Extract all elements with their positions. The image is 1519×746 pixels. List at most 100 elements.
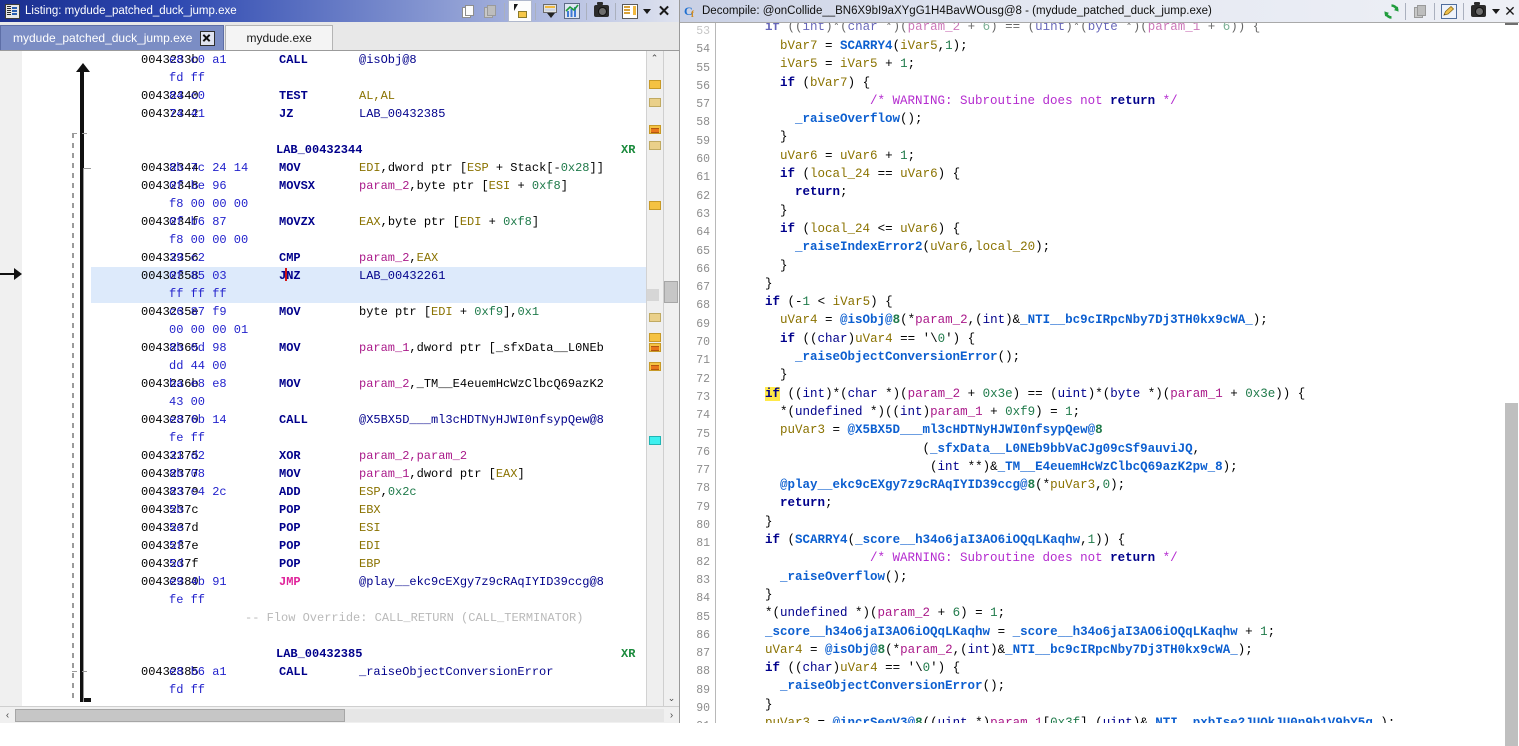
listing-operands[interactable]: param_1,dword ptr [_sfxData__L0NEb — [359, 341, 604, 355]
listing-bytes[interactable]: 00 00 00 01 — [169, 321, 279, 339]
listing-operands[interactable]: EDI,dword ptr [ESP + Stack[-0x28]] — [359, 161, 604, 175]
listing-operands[interactable]: EBX — [359, 503, 381, 517]
listing-bytes[interactable]: e9 4b 91 — [169, 573, 279, 591]
listing-row[interactable]: 00 00 00 01 — [91, 321, 646, 339]
hscroll-thumb[interactable] — [15, 708, 345, 722]
listing-mnemonic[interactable]: JZ — [279, 107, 293, 121]
listing-operands[interactable]: byte ptr [EDI + 0xf9],0x1 — [359, 305, 539, 319]
listing-bytes[interactable]: 84 c0 — [169, 87, 279, 105]
listing-row[interactable]: 0043235639 c2 CMP param_2,EAX — [91, 249, 646, 267]
decompiler-line[interactable]: uVar4 = @isObj@8(*param_2,(int)&_NTI__bc… — [720, 311, 1504, 329]
listing-row[interactable]: 004323480f be 96 MOVSX param_2,byte ptr [E… — [91, 177, 646, 195]
close-icon[interactable] — [200, 30, 216, 46]
listing-address[interactable]: 0043237c — [91, 501, 199, 519]
copy-button[interactable] — [1409, 1, 1431, 21]
decompiler-line[interactable]: if (local_24 == uVar6) { — [720, 165, 1504, 183]
decompiler-line[interactable]: _score__h34o6jaI3AO6iOQqLKaqhw = _score_… — [720, 623, 1504, 641]
listing-operands[interactable]: @X5BX5D___ml3cHDTNyHJWI0nfsypQew@8 — [359, 413, 604, 427]
listing-row[interactable]: 0043234f0f b6 87 MOVZX EAX,byte ptr [EDI +… — [91, 213, 646, 231]
listing-operands[interactable]: LAB_00432261 — [359, 269, 445, 283]
marker-bookmark[interactable] — [649, 80, 661, 89]
listing-more-button[interactable] — [641, 1, 653, 21]
listing-address[interactable]: 00432375 — [91, 447, 199, 465]
decompiler-line[interactable]: (_sfxData__L0NEb9bbVaCJg09cSf9auviJQ, — [720, 440, 1504, 458]
marker-bookmark[interactable] — [649, 333, 661, 342]
listing-mnemonic[interactable]: MOVSX — [279, 179, 315, 193]
listing-mnemonic[interactable]: MOV — [279, 305, 301, 319]
listing-operands[interactable]: _raiseObjectConversionError — [359, 665, 553, 679]
marker-bookmark-highlight[interactable] — [649, 343, 661, 352]
listing-row[interactable]: 0043237d5e POP ESI — [91, 519, 646, 537]
decompiler-scrollbar-thumb[interactable] — [1505, 403, 1518, 746]
marker-selection[interactable] — [649, 436, 661, 445]
listing-mnemonic[interactable]: CMP — [279, 251, 301, 265]
listing-row[interactable]: fd ff — [91, 69, 646, 87]
listing-bytes[interactable]: f8 00 00 00 — [169, 231, 279, 249]
listing-row[interactable]: 0043234274 41 JZ LAB_00432385 — [91, 105, 646, 123]
listing-mnemonic[interactable]: MOV — [279, 161, 301, 175]
listing-bytes[interactable]: 5d — [169, 555, 279, 573]
decompiler-line[interactable]: /* WARNING: Subroutine does not return *… — [720, 549, 1504, 567]
listing-row[interactable]: fe ff — [91, 591, 646, 609]
listing-bytes[interactable]: 8b 7c 24 14 — [169, 159, 279, 177]
listing-bytes[interactable]: 8b 08 — [169, 465, 279, 483]
refresh-button[interactable] — [1380, 1, 1402, 21]
listing-operands[interactable]: EBP — [359, 557, 381, 571]
listing-address[interactable]: 0043235e — [91, 303, 199, 321]
listing-bytes[interactable]: f8 00 00 00 — [169, 195, 279, 213]
listing-operands[interactable]: param_2,_TM__E4euemHcWzClbcQ69azK2 — [359, 377, 604, 391]
decompiler-line[interactable]: } — [720, 586, 1504, 604]
scroll-right-arrow[interactable]: › — [664, 708, 679, 723]
scroll-left-arrow[interactable]: ‹ — [0, 708, 15, 723]
listing-address[interactable]: 0043236b — [91, 375, 199, 393]
decompiler-line[interactable]: return; — [720, 183, 1504, 201]
decompiler-scrollbar[interactable] — [1504, 23, 1519, 746]
listing-row[interactable]: 00432380e9 4b 91 JMP @play__ekc9cEXgy7z9cR… — [91, 573, 646, 591]
listing-bytes[interactable]: 43 00 — [169, 393, 279, 411]
listing-bytes[interactable]: dd 44 00 — [169, 357, 279, 375]
function-graph-button[interactable] — [561, 1, 583, 21]
decompiler-line[interactable]: (int **)&_TM__E4euemHcWzClbcQ69azK2pw_8)… — [720, 458, 1504, 476]
marker-cursor-position[interactable] — [647, 289, 659, 301]
listing-address[interactable]: 0043237e — [91, 537, 199, 555]
decompiler-line[interactable]: if ((char)uVar4 == '\0') { — [720, 659, 1504, 677]
marker-bookmark[interactable] — [649, 201, 661, 210]
decompiler-line[interactable]: if ((char)uVar4 == '\0') { — [720, 330, 1504, 348]
snapshot-button[interactable] — [590, 1, 612, 21]
decompiler-line[interactable]: _raiseOverflow(); — [720, 110, 1504, 128]
listing-operands[interactable]: param_2,byte ptr [ESI + 0xf8] — [359, 179, 568, 193]
marker-up-arrow[interactable]: ⌃ — [647, 51, 662, 66]
listing-label[interactable]: LAB_00432385 — [91, 645, 413, 663]
add-listing-button[interactable] — [539, 1, 561, 21]
listing-operands[interactable]: @isObj@8 — [359, 53, 417, 67]
listing-bytes[interactable]: 0f be 96 — [169, 177, 279, 195]
decompiler-line[interactable]: if (bVar7) { — [720, 74, 1504, 92]
listing-operands[interactable]: ESI — [359, 521, 381, 535]
listing-row[interactable]: 0043234084 c0 TEST AL,AL — [91, 87, 646, 105]
listing-mnemonic[interactable]: CALL — [279, 413, 308, 427]
listing-row[interactable]: 0043237531 d2 XOR param_2,param_2 — [91, 447, 646, 465]
decompiler-line[interactable]: *(undefined *)((int)param_1 + 0xf9) = 1; — [720, 403, 1504, 421]
listing-operands[interactable]: ESP,0x2c — [359, 485, 417, 499]
listing-row[interactable]: fe ff — [91, 429, 646, 447]
listing-bytes[interactable]: e8 b6 a1 — [169, 663, 279, 681]
listing-address[interactable]: 00432377 — [91, 465, 199, 483]
listing-mnemonic[interactable]: TEST — [279, 89, 308, 103]
hscroll-track[interactable] — [15, 708, 664, 722]
snapshot-button[interactable] — [1467, 1, 1489, 21]
listing-bytes[interactable]: ba e8 e8 — [169, 375, 279, 393]
listing-address[interactable]: 0043237d — [91, 519, 199, 537]
listing-row[interactable]: 43 00 — [91, 393, 646, 411]
listing-row[interactable]: 004323778b 08 MOV param_1,dword ptr [EAX] — [91, 465, 646, 483]
listing-vertical-scrollbar[interactable]: ⌄ — [663, 51, 679, 706]
listing-label[interactable]: LAB_00432344 — [91, 141, 413, 159]
decompiler-line[interactable]: /* WARNING: Subroutine does not return *… — [720, 92, 1504, 110]
listing-bytes[interactable]: c6 87 f9 — [169, 303, 279, 321]
listing-mnemonic[interactable]: ADD — [279, 485, 301, 499]
decompiler-line[interactable]: iVar5 = iVar5 + 1; — [720, 55, 1504, 73]
listing-bytes[interactable]: fd ff — [169, 681, 279, 699]
listing-mnemonic[interactable]: POP — [279, 539, 301, 553]
listing-horizontal-scrollbar[interactable]: ‹ › — [0, 706, 679, 723]
listing-address[interactable]: 00432370 — [91, 411, 199, 429]
listing-xref[interactable]: XR — [621, 141, 635, 159]
